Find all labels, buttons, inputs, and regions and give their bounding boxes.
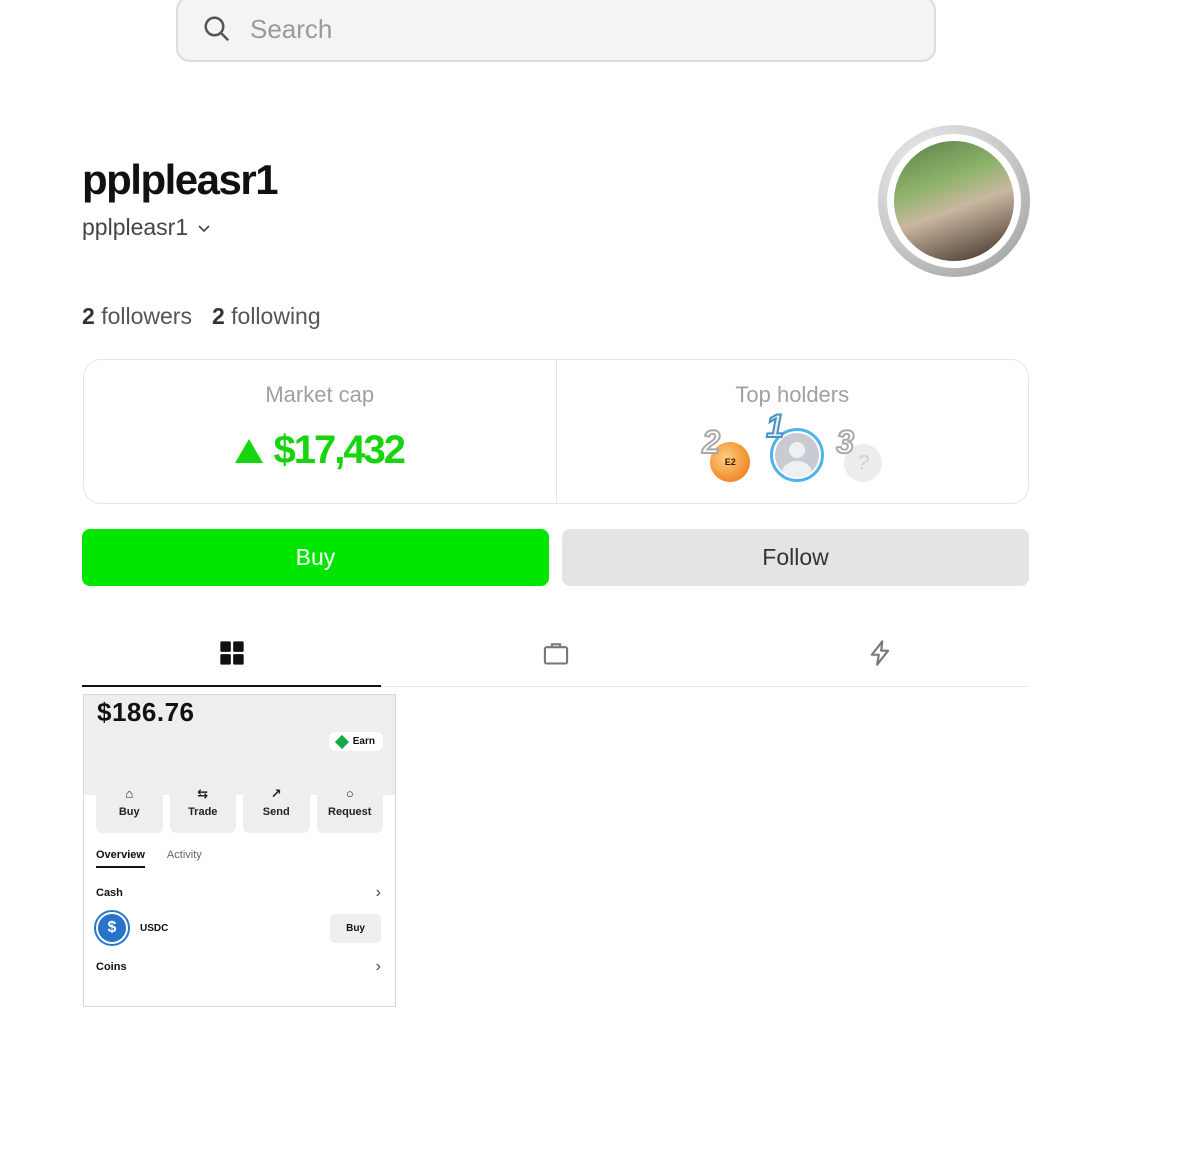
top-holders-panel[interactable]: Top holders E2 2 1 ? 3 xyxy=(555,360,1029,503)
post-balance: $186.76 xyxy=(97,697,195,727)
market-cap-panel[interactable]: Market cap $17,432 xyxy=(84,360,556,503)
post-tab-overview: Overview xyxy=(96,849,145,868)
post-action-request: ○ Request xyxy=(316,772,383,833)
market-cap-label: Market cap xyxy=(265,382,375,407)
tab-activity[interactable] xyxy=(730,620,1029,686)
trend-up-icon xyxy=(235,438,264,463)
top-holders-label: Top holders xyxy=(735,382,850,407)
follow-button[interactable]: Follow xyxy=(562,529,1029,586)
stats-card: Market cap $17,432 Top holders E2 2 1 ? … xyxy=(83,359,1029,504)
following-label: following xyxy=(231,303,321,329)
avatar-frame xyxy=(887,134,1021,268)
holder-badge-3: ? xyxy=(857,451,869,474)
follow-stats: 2 followers 2 following xyxy=(82,303,321,330)
post-coins-row: Coins › xyxy=(84,958,395,976)
post-cash-label: Cash xyxy=(96,887,123,899)
grid-icon xyxy=(219,641,244,665)
post-action-label: Request xyxy=(328,806,372,818)
post-tab-activity: Activity xyxy=(166,849,202,861)
post-action-row: ⌂ Buy ⇆ Trade ↗ Send ○ Request xyxy=(84,765,395,833)
post-action-label: Buy xyxy=(118,806,140,818)
top-holders-list: E2 2 1 ? 3 xyxy=(692,407,892,490)
post-action-label: Trade xyxy=(188,806,218,818)
following-link[interactable]: 2 following xyxy=(212,303,321,330)
post-subtabs: Overview Activity xyxy=(84,833,395,868)
post-earn-chip: Earn xyxy=(328,732,383,751)
search-input[interactable] xyxy=(250,13,850,45)
search-bar[interactable] xyxy=(176,0,936,62)
holder-badge-2: E2 xyxy=(724,457,736,467)
person-icon: ○ xyxy=(345,786,354,801)
profile-avatar[interactable] xyxy=(878,125,1030,277)
following-count: 2 xyxy=(211,303,225,329)
followers-count: 2 xyxy=(82,303,95,329)
tab-shop[interactable] xyxy=(381,620,730,686)
buy-button[interactable]: Buy xyxy=(82,529,549,586)
chevron-right-icon: › xyxy=(375,884,381,901)
post-action-trade: ⇆ Trade xyxy=(169,772,236,833)
username-switcher[interactable]: pplpleasr1 xyxy=(82,214,212,241)
post-header: $186.76 Earn xyxy=(84,695,395,765)
arrow-up-right-icon: ↗ xyxy=(270,786,282,801)
post-cash-row: Cash › xyxy=(84,884,395,902)
holder-rank-1: 1 xyxy=(765,407,785,445)
market-cap-value-row: $17,432 xyxy=(235,428,406,473)
holder-rank-2: 2 xyxy=(701,423,721,461)
followers-link[interactable]: 2 followers xyxy=(82,303,192,330)
post-action-label: Send xyxy=(262,806,290,818)
profile-tabs xyxy=(82,620,1029,687)
chevron-down-icon xyxy=(198,225,210,233)
post-usdc-row: $ USDC Buy xyxy=(84,912,395,944)
bank-icon: ⌂ xyxy=(125,786,134,801)
usdc-coin-icon: $ xyxy=(96,912,128,944)
post-coins-label: Coins xyxy=(96,961,127,973)
followers-label: followers xyxy=(101,303,192,329)
avatar-photo xyxy=(894,141,1014,261)
diamond-icon xyxy=(334,734,349,749)
profile-display-name: pplpleasr1 xyxy=(82,156,279,203)
swap-icon: ⇆ xyxy=(197,786,209,801)
post-action-buy: ⌂ Buy xyxy=(96,772,163,833)
holder-rank-3: 3 xyxy=(835,423,855,461)
post-thumbnail[interactable]: $186.76 Earn ⌂ Buy ⇆ Trade ↗ Send ○ Request … xyxy=(83,694,396,1007)
post-action-send: ↗ Send xyxy=(243,772,310,833)
search-icon xyxy=(204,16,230,42)
chevron-right-icon: › xyxy=(375,958,381,975)
tab-posts[interactable] xyxy=(82,620,381,687)
market-cap-value: $17,432 xyxy=(273,428,406,472)
post-usdc-label: USDC xyxy=(140,922,169,934)
bag-icon xyxy=(543,643,568,665)
username-label: pplpleasr1 xyxy=(82,214,189,240)
post-earn-label: Earn xyxy=(352,736,375,747)
post-usdc-buy: Buy xyxy=(330,913,381,943)
lightning-icon xyxy=(870,640,889,666)
